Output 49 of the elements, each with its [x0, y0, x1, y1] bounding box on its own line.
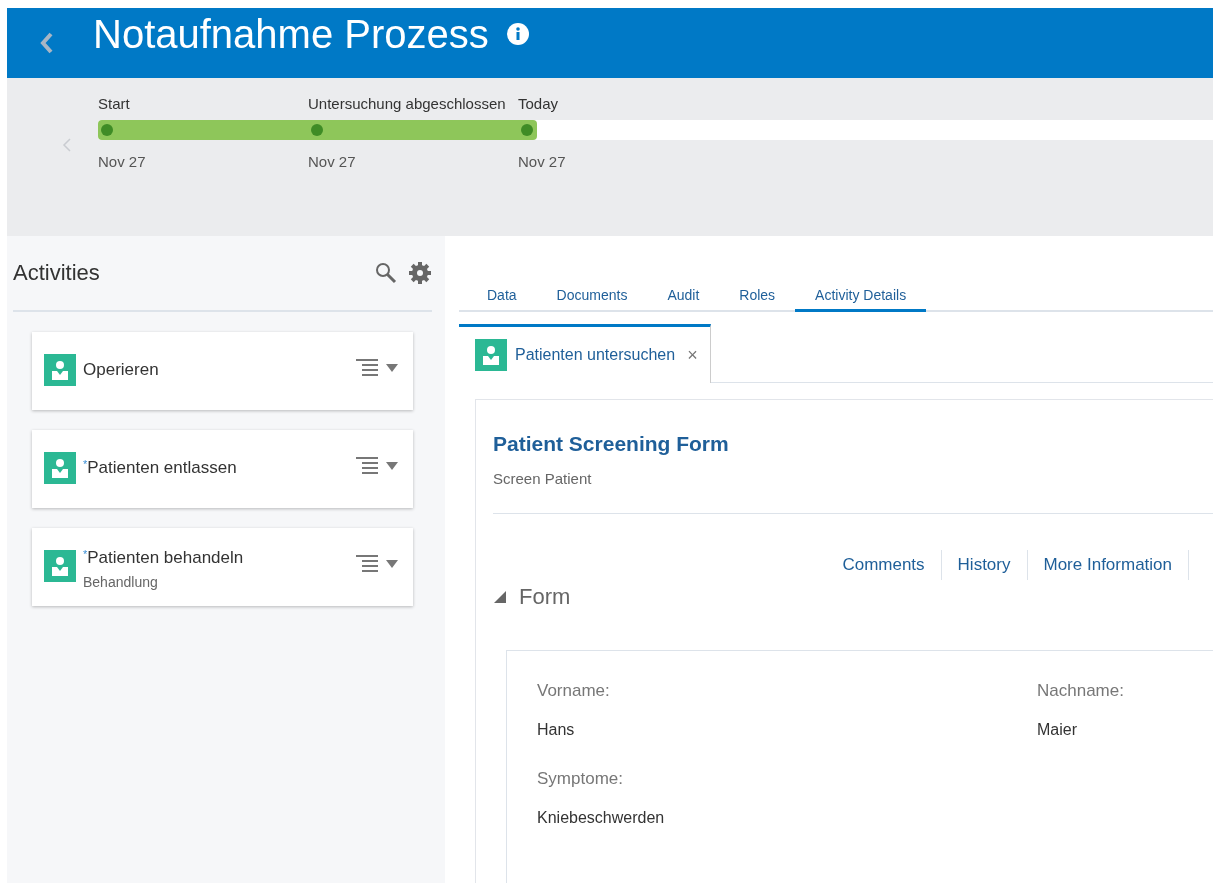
- panel-title: Activities: [13, 260, 101, 286]
- list-icon[interactable]: [356, 554, 378, 574]
- close-button[interactable]: ×: [687, 344, 698, 366]
- caret-icon[interactable]: [386, 363, 398, 373]
- activity-tab-label: Patienten untersuchen: [515, 346, 676, 364]
- field-value: Kniebeschwerden: [537, 809, 666, 827]
- field-value: Maier: [1037, 721, 1078, 739]
- form-title: Patient Screening Form: [493, 432, 730, 456]
- milestone-date: Nov 27: [518, 153, 567, 170]
- milestone-label: Today: [518, 95, 560, 112]
- field-label: Symptome:: [537, 769, 624, 789]
- activity-card[interactable]: *Patienten entlassen: [32, 430, 413, 508]
- tab[interactable]: Roles: [719, 272, 796, 312]
- milestone-date: Nov 27: [98, 153, 147, 170]
- milestone-label: Start: [98, 95, 131, 112]
- milestone-date: Nov 27: [308, 153, 357, 170]
- person-icon: [44, 550, 76, 582]
- list-icon[interactable]: [356, 456, 378, 476]
- form-link[interactable]: More Information: [1027, 550, 1189, 580]
- section-title: Form: [519, 584, 571, 610]
- form-link[interactable]: Comments: [826, 550, 942, 580]
- tab[interactable]: Audit: [647, 272, 720, 312]
- person-icon: [44, 452, 76, 484]
- person-icon: [475, 339, 507, 371]
- activity-tab[interactable]: Patienten untersuchen ×: [459, 324, 711, 383]
- field-value: Hans: [537, 721, 576, 739]
- activity-name: *Patienten entlassen: [83, 458, 238, 478]
- caret-icon[interactable]: [386, 461, 398, 471]
- tab[interactable]: Activity Details: [795, 272, 927, 312]
- tab[interactable]: Data: [467, 272, 537, 312]
- tab[interactable]: Documents: [536, 272, 648, 312]
- settings-icon[interactable]: [408, 261, 432, 285]
- caret-icon[interactable]: [386, 559, 398, 569]
- form-subtitle: Screen Patient: [493, 470, 593, 487]
- activity-card[interactable]: Operieren: [32, 332, 413, 410]
- search-icon[interactable]: [374, 261, 398, 285]
- page-title: Notaufnahme Prozess: [93, 11, 489, 57]
- collapse-icon[interactable]: [493, 590, 507, 604]
- activity-card[interactable]: *Patienten behandeln Behandlung: [32, 528, 413, 606]
- activity-name: *Patienten behandeln: [83, 548, 245, 568]
- form-link[interactable]: History: [941, 550, 1028, 580]
- activity-name: Operieren: [83, 360, 160, 380]
- field-label: Nachname:: [1037, 681, 1125, 701]
- list-icon[interactable]: [356, 358, 378, 378]
- milestone-label: Untersuchung abgeschlossen: [308, 95, 507, 112]
- field-label: Vorname:: [537, 681, 611, 701]
- info-icon[interactable]: [506, 23, 529, 45]
- person-icon: [44, 354, 76, 386]
- activity-subtitle: Behandlung: [83, 574, 159, 590]
